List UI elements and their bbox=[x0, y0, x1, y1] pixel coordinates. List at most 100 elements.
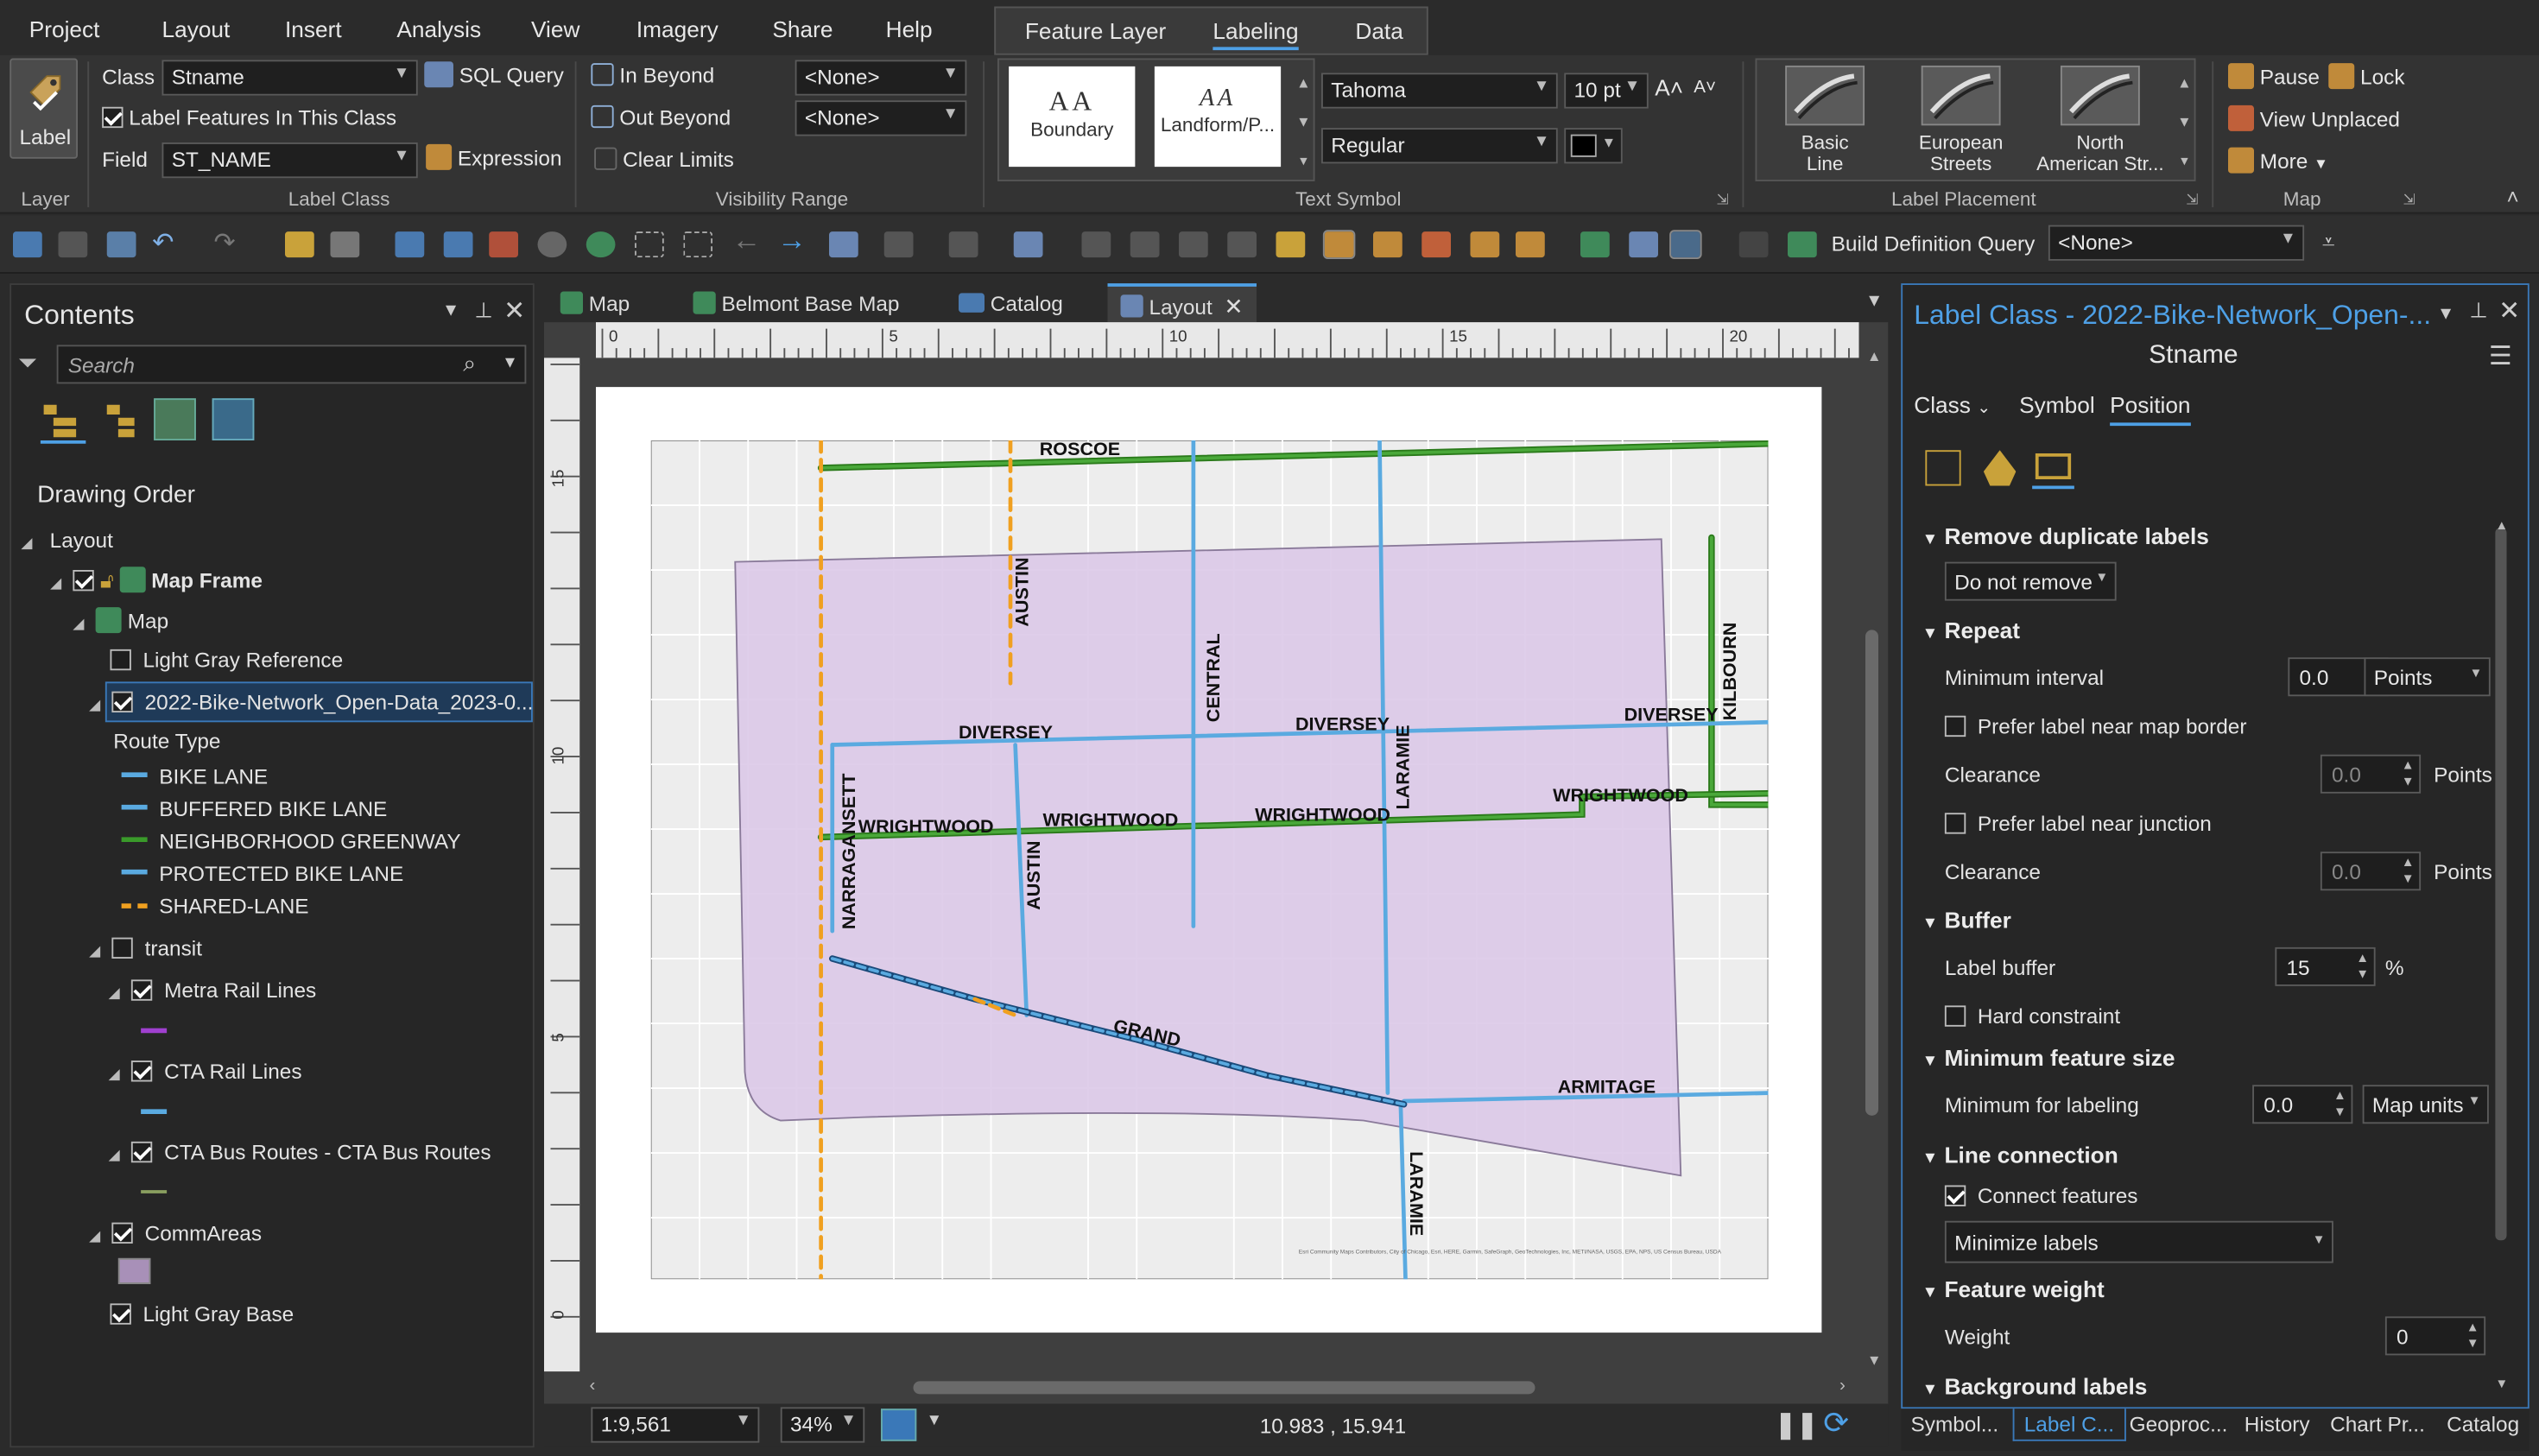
scroll-left-icon[interactable]: ‹ bbox=[590, 1377, 596, 1396]
spinner-icon[interactable]: ▲▼ bbox=[2402, 758, 2415, 791]
expand-triangle-icon[interactable]: ◢ bbox=[89, 696, 100, 712]
dock-tab-symbology[interactable]: Symbol... bbox=[1911, 1412, 1999, 1436]
menu-analysis[interactable]: Analysis bbox=[396, 16, 481, 42]
chevron-down-icon[interactable]: ▼ bbox=[1865, 292, 1883, 312]
label-toggle-button[interactable]: Label bbox=[9, 58, 78, 159]
filter-icon[interactable]: ⏷ bbox=[18, 350, 38, 377]
expand-triangle-icon[interactable]: ◢ bbox=[109, 1147, 120, 1163]
list-by-editing-tab[interactable] bbox=[212, 398, 255, 440]
horizontal-scrollbar[interactable] bbox=[913, 1381, 1535, 1395]
visibility-checkbox[interactable] bbox=[131, 1060, 153, 1082]
tree-commareas[interactable]: ◢ CommAreas bbox=[89, 1221, 262, 1245]
view-tab-layout[interactable]: Layout ✕ bbox=[1107, 283, 1257, 323]
grid-icon[interactable] bbox=[1738, 231, 1769, 258]
tree-light-gray-reference[interactable]: Light Gray Reference bbox=[110, 648, 343, 672]
menu-layout[interactable]: Layout bbox=[162, 16, 231, 42]
in-beyond-dropdown[interactable]: <None> ▼ bbox=[795, 60, 967, 96]
map-frame-icon[interactable] bbox=[1580, 231, 1610, 258]
dock-tab-history[interactable]: History bbox=[2245, 1412, 2310, 1436]
list-by-source-tab[interactable] bbox=[102, 402, 144, 444]
zoom-extent-icon[interactable] bbox=[683, 231, 712, 258]
def-query-dropdown[interactable]: <None> ▼ bbox=[2048, 225, 2305, 261]
prefer-border-checkbox[interactable]: Prefer label near map border bbox=[1944, 714, 2246, 738]
scroll-down-icon[interactable]: ▼ bbox=[1867, 1352, 1882, 1369]
vertical-scrollbar[interactable] bbox=[1865, 630, 1878, 1116]
grow-font-icon[interactable]: A˄ bbox=[1655, 74, 1683, 100]
expand-triangle-icon[interactable]: ◢ bbox=[109, 1066, 120, 1082]
tab-labeling[interactable]: Labeling bbox=[1213, 18, 1299, 51]
page-extent-icon[interactable] bbox=[881, 1409, 917, 1441]
tree-map[interactable]: ◢ Map bbox=[73, 607, 168, 634]
scroll-down-icon[interactable]: ▼ bbox=[2495, 1377, 2508, 1391]
expand-triangle-icon[interactable]: ◢ bbox=[73, 616, 84, 632]
close-icon[interactable]: ✕ bbox=[2498, 294, 2520, 327]
view-unplaced-button[interactable]: View Unplaced bbox=[2228, 104, 2400, 131]
placement-basic-line[interactable]: Basic Line bbox=[1770, 63, 1880, 176]
label-icon[interactable] bbox=[1276, 231, 1306, 258]
tree-transit[interactable]: ◢ transit bbox=[89, 936, 202, 960]
copy-icon[interactable] bbox=[1130, 231, 1160, 258]
menu-imagery[interactable]: Imagery bbox=[636, 16, 719, 42]
out-beyond-button[interactable]: Out Beyond bbox=[591, 104, 731, 130]
label-weight-icon[interactable] bbox=[1421, 231, 1451, 258]
expression-button[interactable]: Expression bbox=[426, 143, 562, 170]
edit-icon[interactable] bbox=[1081, 231, 1111, 258]
forward-arrow-icon[interactable]: → bbox=[777, 224, 807, 256]
visibility-checkbox[interactable] bbox=[111, 691, 134, 712]
visibility-checkbox[interactable] bbox=[131, 1141, 153, 1163]
label-class-icon[interactable] bbox=[1322, 230, 1356, 259]
menu-insert[interactable]: Insert bbox=[285, 16, 342, 42]
definition-query-icon[interactable] bbox=[1788, 231, 1817, 258]
visibility-checkbox[interactable] bbox=[110, 1303, 131, 1325]
section-min-feature-size[interactable]: ▼ Minimum feature size bbox=[1922, 1044, 2175, 1070]
search-icon[interactable]: ⌕ bbox=[463, 350, 476, 377]
visibility-checkbox[interactable] bbox=[131, 979, 153, 1001]
list-by-selection-tab[interactable] bbox=[154, 398, 196, 440]
shrink-font-icon[interactable]: A˅ bbox=[1694, 78, 1716, 98]
tab-position[interactable]: Position bbox=[2110, 392, 2191, 427]
label-priority-icon[interactable] bbox=[1373, 231, 1402, 258]
tree-cta-rail[interactable]: ◢ CTA Rail Lines bbox=[109, 1059, 302, 1083]
visibility-checkbox[interactable] bbox=[110, 649, 131, 671]
tab-data[interactable]: Data bbox=[1355, 18, 1402, 44]
interval-units-dropdown[interactable]: Points ▼ bbox=[2364, 657, 2491, 697]
more-button[interactable]: More ▼ bbox=[2228, 147, 2328, 174]
dialog-launcher-icon[interactable]: ⇲ bbox=[2403, 191, 2416, 209]
weight-input[interactable]: 0 ▲ ▼ bbox=[2384, 1316, 2486, 1356]
placement-north-american[interactable]: North American Str... bbox=[2032, 63, 2169, 176]
class-dropdown[interactable]: Stname ▼ bbox=[161, 60, 418, 96]
full-extent-icon[interactable] bbox=[635, 231, 664, 258]
table-view-icon[interactable] bbox=[1227, 231, 1257, 258]
section-remove-duplicates[interactable]: ▼ Remove duplicate labels bbox=[1922, 523, 2209, 549]
placement-european-streets[interactable]: European Streets bbox=[1906, 63, 2017, 176]
label-buffer-input[interactable]: 15 ▲ ▼ bbox=[2275, 946, 2376, 986]
spinner-icon[interactable]: ▲▼ bbox=[2333, 1088, 2346, 1121]
menu-icon[interactable]: ☰ bbox=[2489, 340, 2512, 373]
save-icon[interactable] bbox=[13, 231, 42, 258]
style-dropdown[interactable]: Regular ▼ bbox=[1321, 128, 1558, 164]
prefer-junction-checkbox[interactable]: Prefer label near junction bbox=[1944, 811, 2212, 836]
size-dropdown[interactable]: 10 pt ▼ bbox=[1564, 73, 1649, 109]
visibility-checkbox[interactable] bbox=[111, 937, 134, 959]
visibility-checkbox[interactable] bbox=[73, 570, 95, 592]
spinner-icon[interactable]: ▲▼ bbox=[2356, 951, 2369, 984]
layout-view[interactable]: 0 5 10 15 20 15 10 5 0 ▲ ▼ ‹ › ROSCOE AUSTIN CE… bbox=[544, 322, 1889, 1404]
expand-triangle-icon[interactable]: ◢ bbox=[50, 575, 61, 592]
tree-cta-bus[interactable]: ◢ CTA Bus Routes - CTA Bus Routes bbox=[109, 1140, 491, 1164]
section-repeat[interactable]: ▼ Repeat bbox=[1922, 617, 2020, 643]
label-lock-icon[interactable] bbox=[1470, 231, 1500, 258]
pane-scrollbar[interactable] bbox=[2495, 528, 2507, 1241]
pause-button[interactable]: Pause bbox=[2228, 63, 2320, 90]
placement-position-icon[interactable] bbox=[1925, 450, 1961, 486]
table-icon[interactable] bbox=[395, 231, 425, 258]
in-beyond-button[interactable]: In Beyond bbox=[591, 63, 714, 87]
label-density-tab[interactable] bbox=[2032, 450, 2074, 490]
refresh-icon[interactable] bbox=[537, 231, 567, 258]
clearance-input[interactable]: 0.0 ▲ ▼ bbox=[2320, 754, 2422, 794]
attributes-icon[interactable] bbox=[443, 231, 473, 258]
dialog-launcher-icon[interactable]: ⇲ bbox=[2186, 191, 2198, 209]
collapse-ribbon-icon[interactable]: ˄ bbox=[2507, 185, 2519, 209]
menu-share[interactable]: Share bbox=[772, 16, 833, 42]
chevron-down-icon[interactable]: ▼ bbox=[2437, 305, 2454, 325]
junction-clearance-input[interactable]: 0.0 ▲ ▼ bbox=[2320, 851, 2422, 891]
